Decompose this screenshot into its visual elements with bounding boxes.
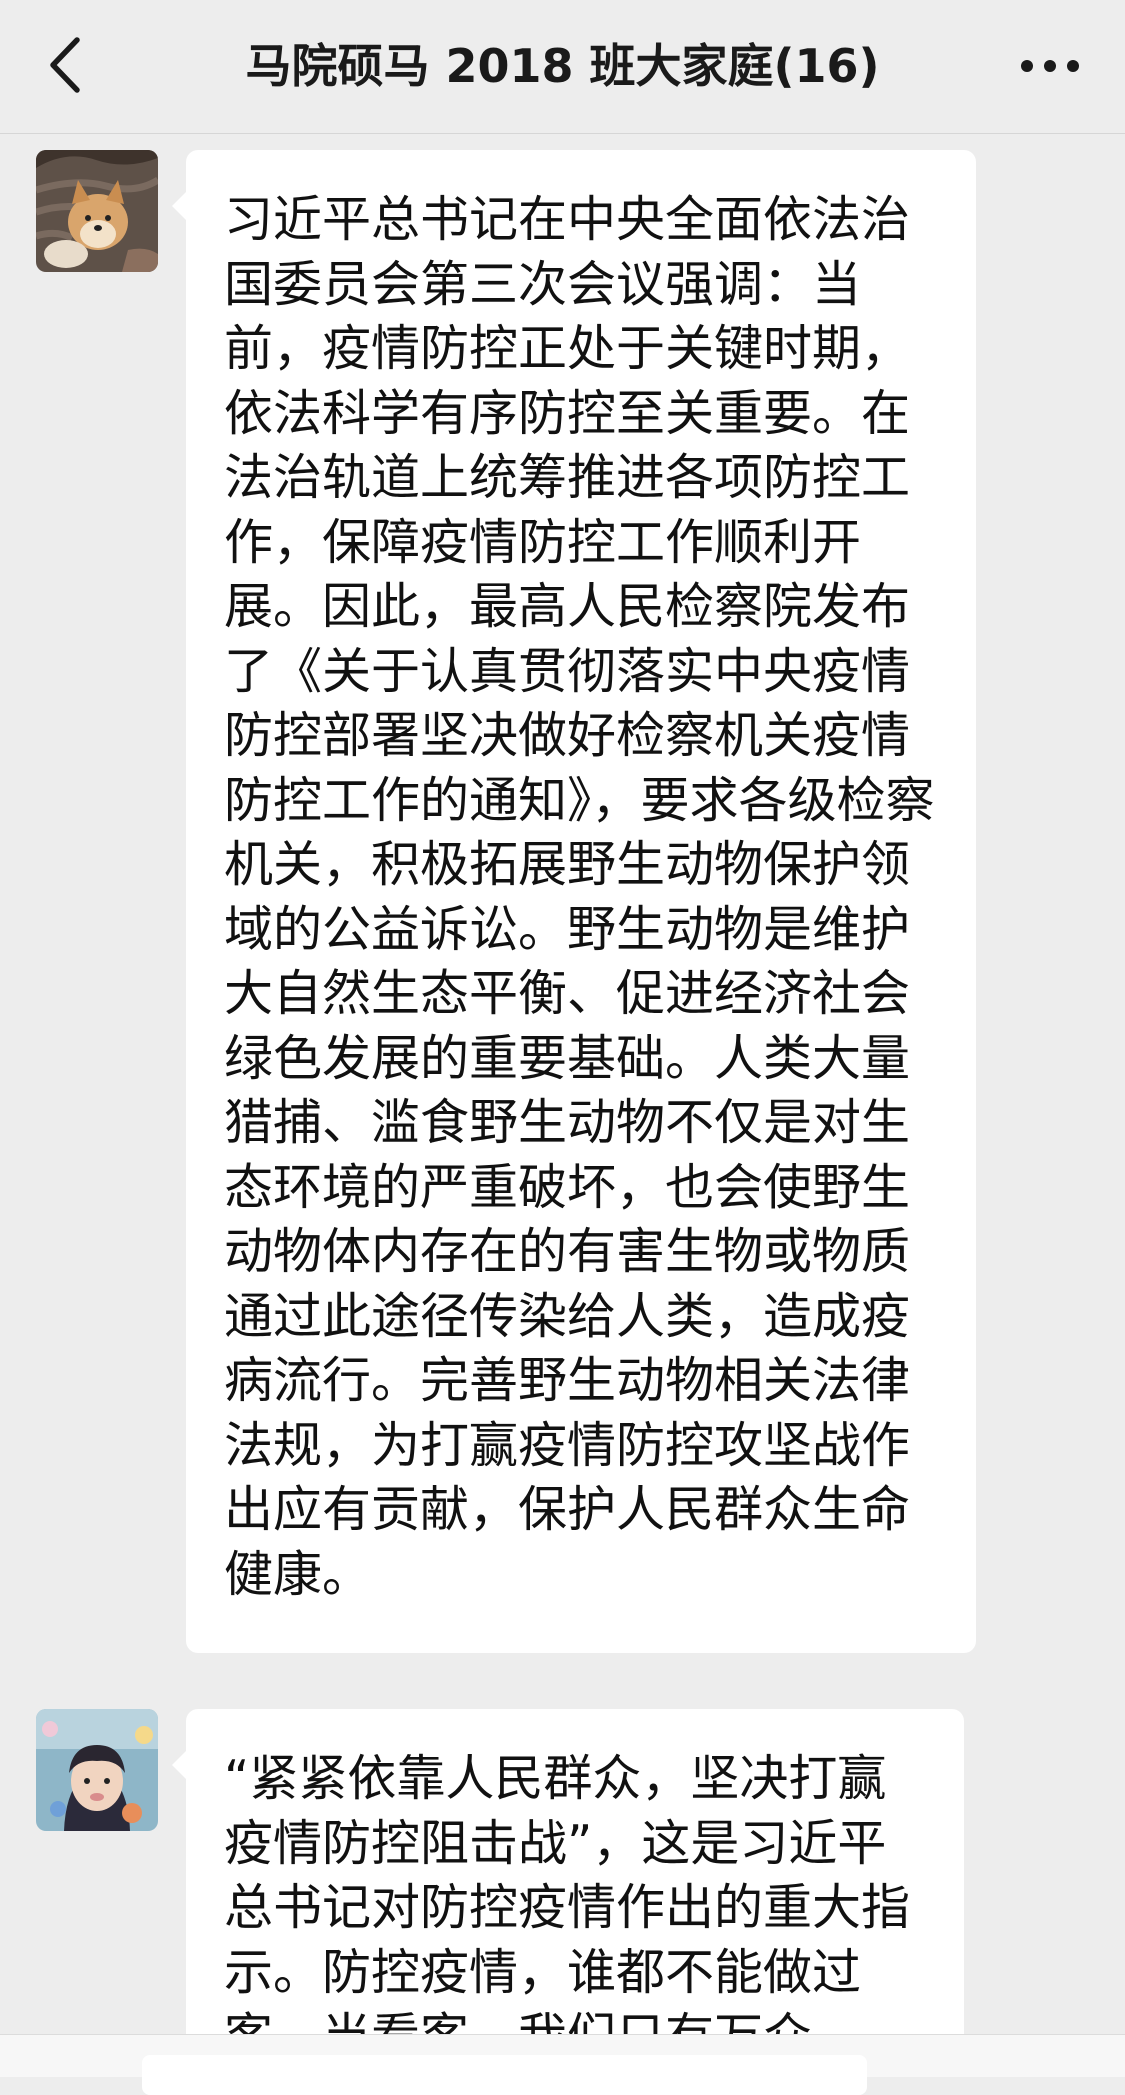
message-text: 习近平总书记在中央全面依法治国委员会第三次会议强调：当前，疫情防控正处于关键时期…	[224, 191, 935, 1603]
message-bubble[interactable]: 习近平总书记在中央全面依法治国委员会第三次会议强调：当前，疫情防控正处于关键时期…	[172, 150, 976, 1653]
message-bubble[interactable]: “紧紧依靠人民群众，坚决打赢疫情防控阻击战”，这是习近平总书记对防控疫情作出的重…	[172, 1709, 964, 2034]
more-button[interactable]	[1005, 33, 1095, 99]
message-input[interactable]	[142, 2055, 867, 2095]
chevron-left-icon	[50, 37, 80, 93]
chat-title: 马院硕马 2018 班大家庭(16)	[245, 39, 880, 93]
avatar[interactable]	[36, 1709, 158, 1831]
input-bar	[0, 2034, 1125, 2095]
back-button[interactable]	[30, 25, 100, 105]
dog-avatar-icon	[36, 150, 158, 272]
avatar[interactable]	[36, 150, 158, 272]
child-avatar-icon	[36, 1709, 158, 1831]
chat-header: 马院硕马 2018 班大家庭(16)	[0, 0, 1125, 134]
message-list[interactable]: 习近平总书记在中央全面依法治国委员会第三次会议强调：当前，疫情防控正处于关键时期…	[0, 134, 1125, 2034]
more-dots-icon	[1021, 60, 1079, 72]
message-text: “紧紧依靠人民群众，坚决打赢疫情防控阻击战”，这是习近平总书记对防控疫情作出的重…	[224, 1750, 911, 2034]
